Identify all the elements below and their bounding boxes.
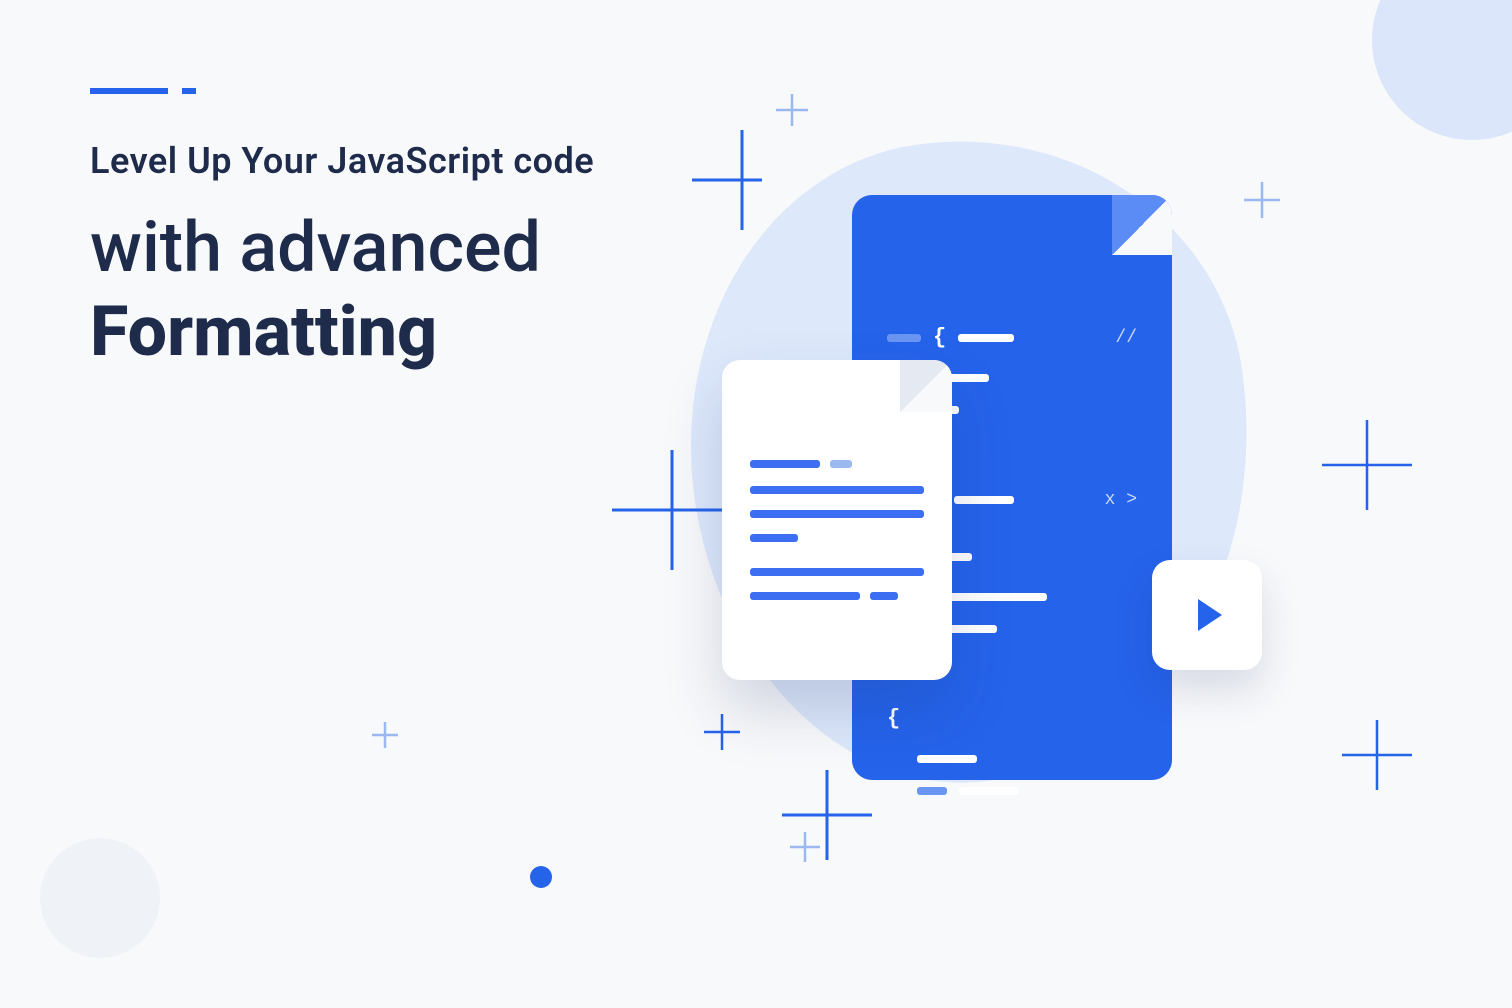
plus-icon bbox=[370, 720, 400, 750]
decor-circle-bottom-left bbox=[40, 838, 160, 958]
plus-icon bbox=[692, 130, 792, 230]
headline-line-2: with advanced bbox=[90, 210, 594, 287]
document-icon bbox=[722, 360, 952, 680]
headline-line-3: Formatting bbox=[90, 287, 594, 378]
accent-line bbox=[90, 88, 196, 94]
headline-line-1: Level Up Your JavaScript code bbox=[90, 140, 594, 182]
headline: Level Up Your JavaScript code with advan… bbox=[90, 140, 594, 378]
plus-icon bbox=[702, 712, 742, 752]
decor-circle-top-right bbox=[1372, 0, 1512, 140]
decor-dot bbox=[530, 866, 552, 888]
hero-banner: Level Up Your JavaScript code with advan… bbox=[0, 0, 1512, 1008]
play-button[interactable] bbox=[1152, 560, 1262, 670]
plus-icon bbox=[1322, 420, 1412, 510]
plus-icon bbox=[772, 90, 812, 130]
plus-icon bbox=[788, 830, 822, 864]
play-icon bbox=[1198, 599, 1222, 631]
plus-icon bbox=[1342, 720, 1412, 790]
plus-icon bbox=[1242, 180, 1282, 220]
plus-icon bbox=[612, 450, 732, 570]
